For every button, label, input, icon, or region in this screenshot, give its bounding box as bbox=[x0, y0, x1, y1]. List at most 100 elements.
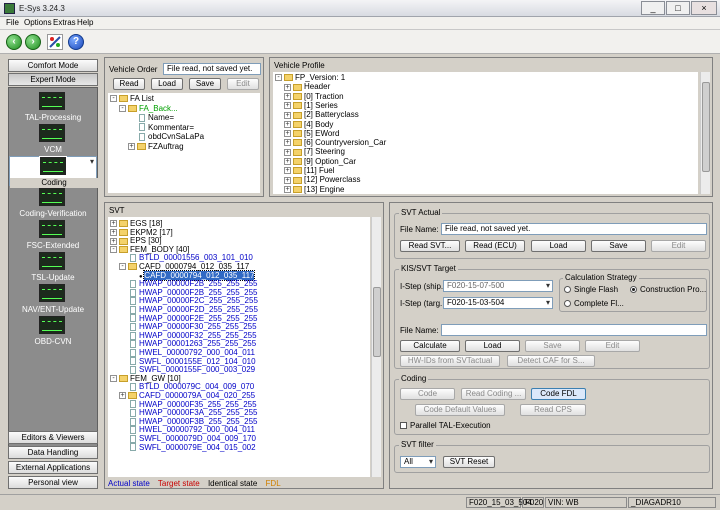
tree-node[interactable]: Name= bbox=[128, 113, 174, 122]
menu-help[interactable]: Help bbox=[77, 18, 93, 27]
comfort-mode-button[interactable]: Comfort Mode bbox=[8, 59, 98, 72]
detect-caf-button[interactable]: Detect CAF for S... bbox=[507, 355, 595, 367]
personal-view-button[interactable]: Personal view bbox=[8, 476, 98, 489]
expand-icon[interactable]: + bbox=[110, 228, 117, 236]
read-coding-button[interactable]: Read Coding ... bbox=[461, 388, 526, 400]
expand-icon[interactable]: + bbox=[284, 139, 291, 147]
vo-edit-button[interactable]: Edit bbox=[227, 78, 259, 90]
kis-save-button[interactable]: Save bbox=[525, 340, 580, 352]
tree-node[interactable]: + Header bbox=[284, 82, 330, 91]
sidebar-item-nav-ent-update[interactable]: NAV/ENT-Update bbox=[9, 284, 97, 314]
menu-extras[interactable]: Extras bbox=[53, 18, 76, 27]
radio-construction-progress[interactable]: Construction Pro... bbox=[630, 285, 706, 294]
tree-node[interactable]: + FZAuftrag bbox=[128, 142, 184, 151]
istep-target-select[interactable]: F020-15-03-504 bbox=[443, 297, 553, 309]
read-svt-button[interactable]: Read SVT... bbox=[400, 240, 460, 252]
expand-icon[interactable]: + bbox=[284, 102, 291, 110]
sidebar-item-fsc-extended[interactable]: FSC-Extended bbox=[9, 220, 97, 250]
kis-file-field[interactable] bbox=[441, 324, 707, 336]
read-cps-button[interactable]: Read CPS bbox=[520, 404, 586, 416]
sidebar-item-coding-verification[interactable]: Coding-Verification bbox=[9, 188, 97, 218]
tree-node[interactable]: obdCvnSaLaPa bbox=[128, 132, 204, 141]
vehicle-profile-tree[interactable]: - FP_Version: 1 + Header + [0] Traction + [1] S… bbox=[273, 72, 698, 194]
tree-node[interactable]: SWFL_0000079E_004_015_002 bbox=[119, 443, 256, 452]
maximize-button[interactable]: □ bbox=[666, 1, 690, 15]
editors-viewers-button[interactable]: Editors & Viewers bbox=[8, 431, 98, 444]
svt-reset-button[interactable]: SVT Reset bbox=[443, 456, 495, 468]
tree-node[interactable]: + [6] Countryversion_Car bbox=[284, 138, 386, 147]
minimize-button[interactable]: _ bbox=[641, 1, 665, 15]
tree-node[interactable]: + [1] Series bbox=[284, 101, 338, 110]
read-ecu-button[interactable]: Read (ECU) bbox=[465, 240, 525, 252]
close-button[interactable]: × bbox=[691, 1, 717, 15]
expand-icon[interactable]: + bbox=[284, 83, 291, 91]
expand-icon[interactable]: + bbox=[284, 111, 291, 119]
svt-actual-load-button[interactable]: Load bbox=[531, 240, 586, 252]
tree-node[interactable]: + [9] Option_Car bbox=[284, 157, 356, 166]
expand-icon[interactable]: + bbox=[284, 158, 291, 166]
tree-node[interactable]: + [11] Fuel bbox=[284, 166, 335, 175]
help-icon[interactable]: ? bbox=[68, 34, 84, 50]
svt-scrollbar[interactable] bbox=[371, 217, 381, 477]
tree-node[interactable]: + [5] EWord bbox=[284, 129, 339, 138]
sidebar-item-coding[interactable]: Coding bbox=[9, 156, 98, 188]
sidebar-item-obd-cvn[interactable]: OBD-CVN bbox=[9, 316, 97, 346]
tree-node[interactable]: - FA_Back... bbox=[119, 104, 178, 113]
tree-node[interactable]: + [12] Powerclass bbox=[284, 175, 360, 184]
expand-icon[interactable]: + bbox=[284, 185, 291, 193]
expand-icon[interactable]: + bbox=[110, 220, 117, 228]
code-button[interactable]: Code bbox=[400, 388, 455, 400]
expand-icon[interactable]: + bbox=[284, 120, 291, 128]
vo-read-button[interactable]: Read bbox=[113, 78, 145, 90]
expand-icon[interactable]: + bbox=[119, 392, 126, 400]
external-applications-button[interactable]: External Applications bbox=[8, 461, 98, 474]
expand-icon[interactable]: + bbox=[284, 130, 291, 138]
radio-complete-flash[interactable]: Complete Fl... bbox=[564, 299, 624, 308]
tree-node[interactable]: Kommentar= bbox=[128, 123, 194, 132]
data-handling-button[interactable]: Data Handling bbox=[8, 446, 98, 459]
tree-node[interactable]: + [0] Traction bbox=[284, 92, 344, 101]
tree-node[interactable]: + [4] Body bbox=[284, 120, 333, 129]
sidebar-item-vcm[interactable]: VCM bbox=[9, 124, 97, 154]
vehicle-profile-scrollbar[interactable] bbox=[700, 72, 710, 194]
calculate-button[interactable]: Calculate bbox=[400, 340, 460, 352]
vo-load-button[interactable]: Load bbox=[151, 78, 183, 90]
expand-icon[interactable]: + bbox=[110, 237, 117, 245]
svt-actual-save-button[interactable]: Save bbox=[591, 240, 646, 252]
parallel-tal-checkbox[interactable]: Parallel TAL-Execution bbox=[400, 421, 491, 430]
collapse-icon[interactable]: - bbox=[275, 74, 282, 82]
svt-actual-file-field[interactable]: File read, not saved yet. bbox=[441, 223, 707, 235]
radio-single-flash[interactable]: Single Flash bbox=[564, 285, 618, 294]
vehicle-order-tree[interactable]: - FA List - FA_Back... Name= Kommentar= obdCvn… bbox=[108, 93, 260, 193]
collapse-icon[interactable]: - bbox=[110, 246, 117, 254]
forward-arrow-icon[interactable]: › bbox=[25, 34, 41, 50]
hw-ids-button[interactable]: HW-IDs from SVTactual bbox=[400, 355, 500, 367]
tree-node[interactable]: - FA List bbox=[110, 94, 154, 103]
sidebar-item-tal-processing[interactable]: TAL-Processing bbox=[9, 92, 97, 122]
expand-icon[interactable]: + bbox=[128, 142, 135, 150]
sidebar-item-tsl-update[interactable]: TSL-Update bbox=[9, 252, 97, 282]
collapse-icon[interactable]: - bbox=[110, 375, 117, 383]
expert-mode-button[interactable]: Expert Mode bbox=[8, 73, 98, 86]
tree-node[interactable]: + [13] Engine bbox=[284, 185, 344, 194]
collapse-icon[interactable]: - bbox=[119, 263, 126, 271]
connect-tool-icon[interactable] bbox=[47, 34, 63, 50]
vehicle-order-status-field[interactable]: File read, not saved yet. bbox=[163, 63, 261, 75]
vo-save-button[interactable]: Save bbox=[189, 78, 221, 90]
back-arrow-icon[interactable]: ‹ bbox=[6, 34, 22, 50]
expand-icon[interactable]: + bbox=[284, 176, 291, 184]
kis-load-button[interactable]: Load bbox=[465, 340, 520, 352]
tree-node[interactable]: - FP_Version: 1 bbox=[275, 73, 345, 82]
code-default-values-button[interactable]: Code Default Values bbox=[415, 404, 505, 416]
expand-icon[interactable]: + bbox=[284, 148, 291, 156]
kis-edit-button[interactable]: Edit bbox=[585, 340, 640, 352]
tree-node[interactable]: + [7] Steering bbox=[284, 147, 345, 156]
svt-tree[interactable]: + EGS [18] + EKPM2 [17] + EPS [30] - FEM_BODY [… bbox=[108, 217, 370, 477]
expand-icon[interactable]: + bbox=[284, 167, 291, 175]
istep-ship-select[interactable]: F020-15-07-500 bbox=[443, 280, 553, 292]
collapse-icon[interactable]: - bbox=[110, 95, 117, 103]
menu-file[interactable]: File bbox=[6, 18, 19, 27]
expand-icon[interactable]: + bbox=[284, 92, 291, 100]
collapse-icon[interactable]: - bbox=[119, 104, 126, 112]
tree-node[interactable]: + [2] Batteryclass bbox=[284, 110, 359, 119]
